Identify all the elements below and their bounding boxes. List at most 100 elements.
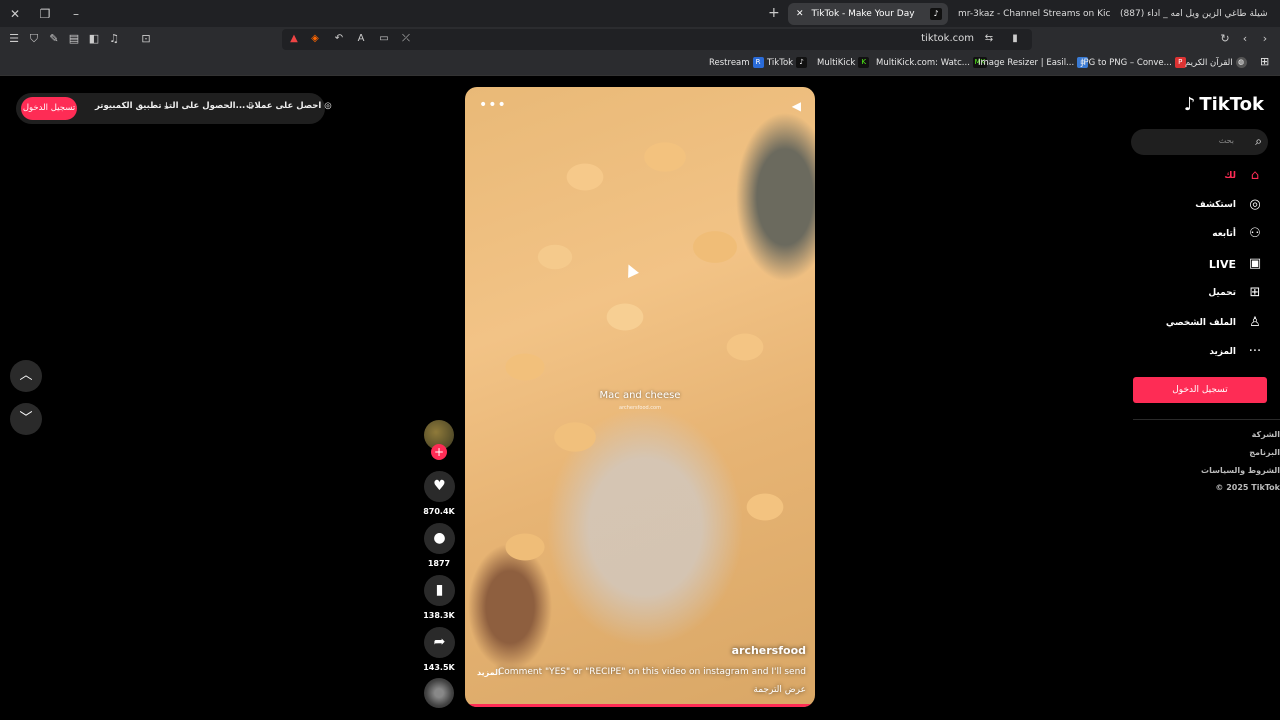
back-icon[interactable]: ‹ <box>1237 31 1253 47</box>
tab-youtube[interactable]: (887) شيلة طاغي الزين ويل امه _ اداء <box>1112 3 1280 25</box>
nav-label: أتابعه <box>1212 229 1236 239</box>
bookmark-restream[interactable]: Restream R <box>709 57 764 68</box>
music-icon[interactable]: ♫ <box>106 31 122 47</box>
share-button[interactable]: ➦ <box>424 627 455 658</box>
nav-for-you[interactable]: لك ⌂ <box>1224 166 1264 186</box>
user-plus-icon: ⚇ <box>1249 226 1261 241</box>
tab-title: (887) شيلة طاغي الزين ويل امه _ اداء <box>1120 9 1268 19</box>
tiktok-page: تسجيل الدخول تطبيق الكمبيوتر ⤓ الحصول عل… <box>0 77 1280 720</box>
nav-more[interactable]: المزيد ··· <box>1209 342 1264 362</box>
previous-video-button[interactable]: ︿ <box>10 360 42 392</box>
close-tab-icon[interactable]: ✕ <box>796 3 804 25</box>
bookmark-icon[interactable]: ▮ <box>1008 32 1022 46</box>
footer-terms[interactable]: الشروط والسياسات <box>1201 466 1280 475</box>
more-dots-icon: ··· <box>1248 344 1262 359</box>
url-text: tiktok.com <box>921 33 974 44</box>
video-progress-bar[interactable] <box>465 704 815 707</box>
bookmark-multikick[interactable]: MultiKick K <box>817 57 870 68</box>
nav-profile[interactable]: الملف الشخصي ♙ <box>1166 313 1264 333</box>
follow-plus-icon[interactable]: + <box>431 444 447 460</box>
footer-program[interactable]: البرنامج <box>1249 448 1280 457</box>
video-overlay-subtitle: archersfood.com <box>619 405 661 411</box>
mouse-cursor <box>623 262 639 278</box>
menu-icon[interactable]: ☰ <box>6 31 22 47</box>
translate-icon[interactable]: A <box>354 32 368 46</box>
brave-rewards-icon[interactable]: ▲ <box>287 32 301 46</box>
chevron-up-icon: ︿ <box>19 368 33 383</box>
coin-icon: ◎ <box>324 101 332 111</box>
nav-following[interactable]: أتابعه ⚇ <box>1212 224 1264 244</box>
share-arrow-icon: ➦ <box>433 634 446 650</box>
no-draw-icon[interactable]: ⤫ <box>399 32 413 46</box>
nav-label: المزيد <box>1209 347 1236 357</box>
kick-icon: K <box>858 57 870 68</box>
bookmark-jpg-to-png[interactable]: JPG to PNG – Conve... P <box>1081 57 1186 68</box>
tab-tiktok[interactable]: ✕ TikTok - Make Your Day ♪ <box>788 3 948 25</box>
save-button[interactable]: ▮ <box>424 575 455 606</box>
top-login-button[interactable]: تسجيل الدخول <box>21 97 77 120</box>
share-count: 143.5K <box>423 663 455 672</box>
search-input[interactable]: بحث ⌕ <box>1131 129 1268 155</box>
bookmark-tiktok[interactable]: TikTok ♪ <box>767 57 808 68</box>
pin-icon[interactable]: ✎ <box>46 31 62 47</box>
search-icon[interactable]: ⌕ <box>1255 134 1262 149</box>
sound-icon[interactable]: ◀ <box>792 99 801 113</box>
music-disc[interactable] <box>424 678 454 708</box>
reload-icon[interactable]: ↻ <box>1217 31 1233 47</box>
tab-kick[interactable]: mr-3kaz - Channel Streams on Kick <box>950 3 1110 25</box>
live-tv-icon: ▣ <box>1248 256 1262 271</box>
footer-copyright: © 2025 TikTok <box>1215 483 1280 492</box>
desktop-app-link[interactable]: تطبيق الكمبيوتر ⤓ <box>95 101 168 111</box>
brave-shield-icon[interactable]: ◈ <box>308 32 322 46</box>
bookmark-multikick-watch[interactable]: MultiKick.com: Watc... MK <box>876 57 987 68</box>
shield-icon[interactable]: ⛉ <box>26 31 42 47</box>
next-video-button[interactable]: ﹀ <box>10 403 42 435</box>
like-button[interactable]: ♥ <box>424 471 455 502</box>
nav-label: لك <box>1224 171 1236 181</box>
sidebar-icon[interactable]: ◧ <box>86 31 102 47</box>
see-translation-link[interactable]: عرض الترجمة <box>753 685 806 695</box>
site-settings-icon[interactable]: ⇆ <box>982 32 996 46</box>
sidebar-divider <box>1133 419 1280 420</box>
video-author[interactable]: archersfood <box>732 644 806 657</box>
tiktok-favicon-icon: ♪ <box>930 8 942 20</box>
tiktok-logo[interactable]: ♪ TikTok <box>1184 94 1264 115</box>
bookmark-image-resizer[interactable]: Image Resizer | Easil... ▫ <box>978 57 1089 68</box>
like-count: 870.4K <box>423 507 455 516</box>
video-overlay-title: Mac and cheese <box>599 390 681 401</box>
nav-live[interactable]: LIVE ▣ <box>1209 254 1264 274</box>
restore-window-icon[interactable]: ❐ <box>36 5 54 23</box>
minimize-window-icon[interactable]: – <box>67 5 85 23</box>
back-arrow-icon[interactable]: ↶ <box>332 32 346 46</box>
save-count: 138.3K <box>423 611 455 620</box>
tiktok-note-icon: ♪ <box>1183 94 1196 115</box>
screenshot-icon[interactable]: ⊡ <box>138 31 154 47</box>
apps-grid-icon[interactable]: ⊞ <box>1260 55 1269 68</box>
upload-icon: ⊞ <box>1249 285 1261 300</box>
new-tab-button[interactable]: + <box>768 5 780 21</box>
home-icon: ⌂ <box>1250 168 1260 183</box>
more-options-icon[interactable]: ••• <box>479 97 507 113</box>
tiktok-icon: ♪ <box>796 57 808 68</box>
comment-count: 1877 <box>427 559 451 568</box>
footer-company[interactable]: الشركة <box>1252 430 1280 439</box>
bookmark-quran[interactable]: القرآن الكريم ◍ <box>1185 57 1247 68</box>
sidebar-login-button[interactable]: تسجيل الدخول <box>1133 377 1267 403</box>
tab-title: mr-3kaz - Channel Streams on Kick <box>958 9 1110 19</box>
nav-explore[interactable]: استكشف ◎ <box>1195 195 1264 215</box>
nav-upload[interactable]: تحميل ⊞ <box>1208 283 1264 303</box>
address-bar[interactable]: ▲ ◈ ↶ A ▭ ⤫ tiktok.com ⇆ ▮ <box>282 29 1032 50</box>
compass-icon: ◎ <box>1249 197 1261 212</box>
laptop-icon[interactable]: ▭ <box>377 32 391 46</box>
close-window-icon[interactable]: ✕ <box>6 5 24 23</box>
get-coins-link[interactable]: احصل على عملات ◎ <box>246 101 332 111</box>
search-placeholder: بحث <box>1218 136 1234 145</box>
nav-label: تحميل <box>1208 288 1236 298</box>
tabs-icon[interactable]: ▤ <box>66 31 82 47</box>
get-app-link[interactable]: الحصول على التـ... ▯ <box>166 101 253 111</box>
comment-button[interactable]: ● <box>424 523 455 554</box>
forward-icon[interactable]: › <box>1257 31 1273 47</box>
video-player[interactable]: ••• ◀ Mac and cheese archersfood.com arc… <box>465 87 815 707</box>
bookmark-icon: ▮ <box>435 582 444 598</box>
comment-icon: ● <box>433 530 446 546</box>
